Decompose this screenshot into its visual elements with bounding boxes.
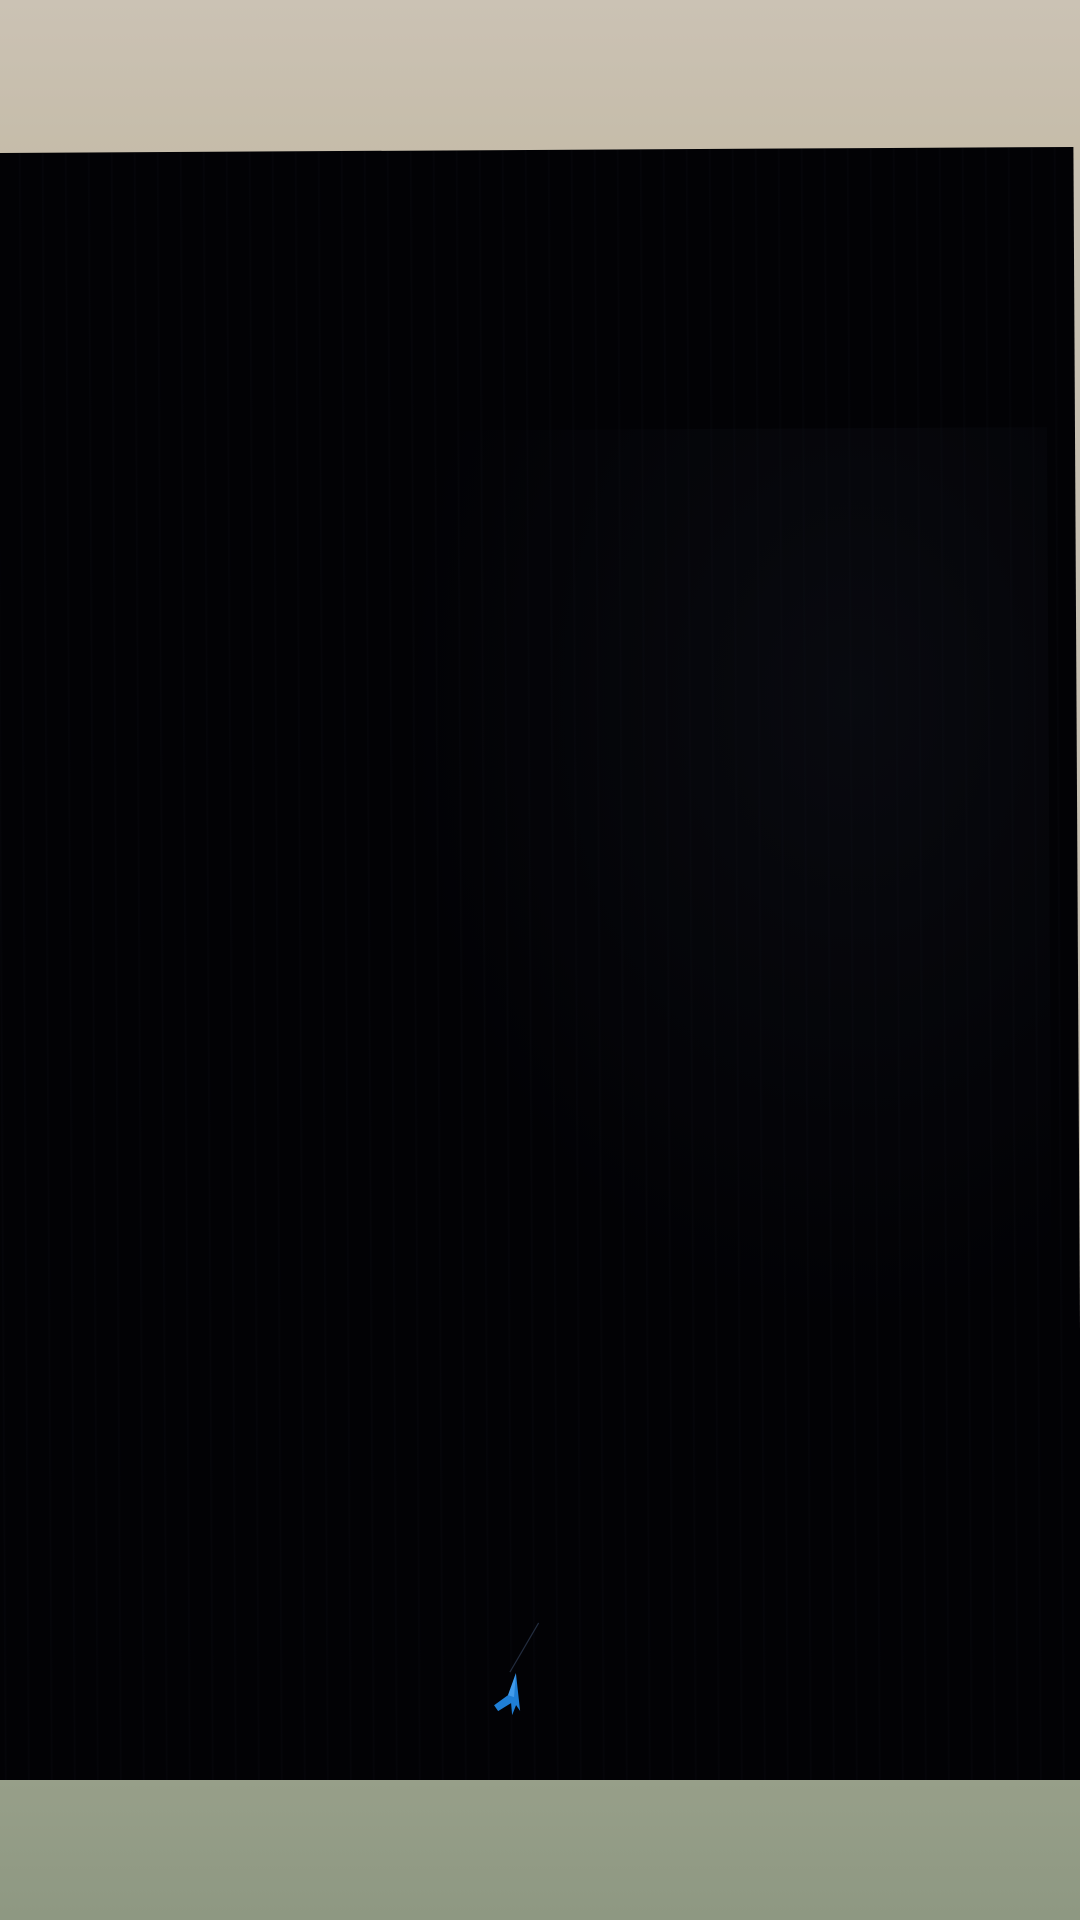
background-glow <box>396 427 1052 1331</box>
bottom-background-band <box>0 1780 1080 1920</box>
player-ship-icon[interactable] <box>484 1665 544 1735</box>
game-viewport[interactable] <box>0 146 1080 1801</box>
top-background-band <box>0 0 1080 160</box>
